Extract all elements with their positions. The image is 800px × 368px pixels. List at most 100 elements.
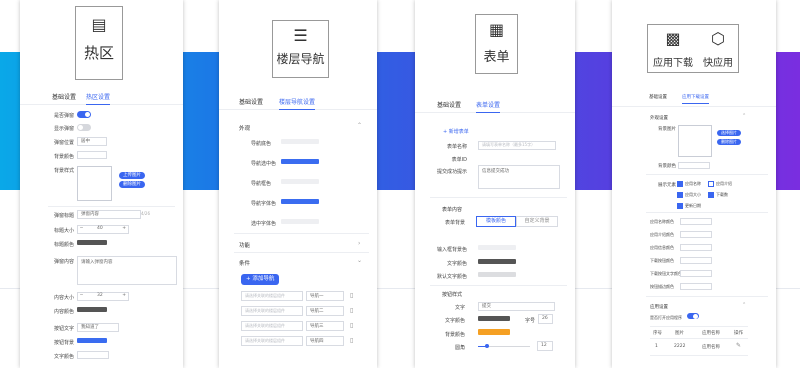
floor-nav-component-card[interactable]: ☰ 楼层导航 — [272, 20, 329, 78]
bg-color-picker[interactable] — [77, 151, 107, 159]
button-bg-swatch[interactable] — [77, 338, 107, 343]
chevron-down-icon[interactable]: ⌄ — [357, 257, 362, 264]
color-swatch[interactable] — [680, 257, 712, 264]
edit-icon[interactable]: ✎ — [736, 342, 741, 349]
nav-bg-swatch[interactable] — [281, 139, 319, 144]
nav-name-input[interactable]: 导航四 — [306, 336, 344, 346]
checkbox-app-name[interactable]: 应用名称 — [677, 181, 701, 187]
popup-toggle[interactable] — [77, 111, 91, 118]
field-label: 导航底色 — [251, 141, 272, 147]
radius-input[interactable]: 12 — [537, 341, 553, 351]
chevron-up-icon[interactable]: ⌃ — [357, 122, 362, 129]
success-message-textarea[interactable]: 信息提交成功 — [478, 165, 560, 189]
content-color-swatch[interactable] — [77, 307, 107, 312]
delete-icon[interactable]: ▯ — [350, 292, 353, 299]
delete-icon[interactable]: ▯ — [350, 307, 353, 314]
color-swatch[interactable] — [680, 244, 712, 251]
tab-basic[interactable]: 基础设置 — [437, 100, 461, 109]
delete-icon[interactable]: ▯ — [350, 322, 353, 329]
bg-image-preview[interactable] — [77, 166, 112, 201]
field-label: 导航框色 — [251, 181, 272, 187]
floor-select[interactable]: 请选择关联的楼层组件 — [241, 291, 303, 301]
position-select[interactable]: 居中 — [77, 137, 107, 146]
button-text-input[interactable]: 提交 — [478, 302, 555, 311]
text-color-swatch[interactable] — [77, 351, 109, 359]
table-header-cell: 图片 — [675, 331, 684, 336]
button-bg-swatch[interactable] — [478, 329, 510, 335]
hotzone-panel: ▤ 热区 基础设置 热区设置 是否弹窗 显示弹窗 弹窗位置 居中 背景颜色 背景… — [20, 0, 183, 368]
template-color-option[interactable]: 模板颜色 — [476, 216, 516, 227]
show-popup-toggle[interactable] — [77, 124, 91, 131]
checkbox-update-date[interactable]: 更新日期 — [677, 203, 701, 209]
field-label: 圆角 — [454, 345, 465, 351]
hotzone-component-card[interactable]: ▤ 热区 — [75, 6, 123, 80]
tab-basic[interactable]: 基础设置 — [239, 97, 263, 106]
field-label: 下载按钮文字颜色 — [650, 271, 682, 276]
custom-bg-option[interactable]: 自定义背景 — [516, 216, 558, 227]
color-swatch[interactable] — [680, 231, 712, 238]
nav-name-input[interactable]: 导航一 — [306, 291, 344, 301]
input-bg-swatch[interactable] — [478, 245, 516, 250]
form-component-card[interactable]: ▦ 表单 — [475, 14, 518, 74]
title-size-stepper[interactable]: − 40 + — [77, 225, 129, 234]
chevron-up-icon[interactable]: ⌃ — [742, 113, 746, 119]
delete-icon[interactable]: ▯ — [350, 337, 353, 344]
form-name-input[interactable]: 请填写表单名称（最多15字） — [478, 141, 556, 150]
tab-app-download[interactable]: 应用下载设置 — [682, 94, 709, 104]
tab-basic[interactable]: 基础设置 — [52, 92, 76, 101]
font-size-input[interactable]: 26 — [538, 314, 553, 324]
tab-floor-nav[interactable]: 楼层导航设置 — [279, 97, 316, 110]
color-swatch[interactable] — [680, 283, 712, 290]
field-label: 弹窗位置 — [54, 140, 75, 146]
select-image-button[interactable]: 选择图片 — [717, 130, 741, 136]
tab-basic[interactable]: 基础设置 — [649, 94, 667, 100]
text-color-swatch[interactable] — [478, 259, 516, 264]
checkbox-app-size[interactable]: 应用大小 — [677, 192, 701, 198]
floor-select[interactable]: 请选择关联的楼层组件 — [241, 306, 303, 316]
floor-select[interactable]: 请选择关联的楼层组件 — [241, 336, 303, 346]
nav-border-swatch[interactable] — [281, 179, 319, 184]
app-component-card[interactable]: ▩ 应用下载 ⬡ 快应用 — [647, 24, 739, 73]
checkbox-downloads[interactable]: 下载数 — [708, 192, 728, 198]
add-nav-button[interactable]: + 添加导航 — [241, 274, 280, 285]
color-swatch[interactable] — [680, 270, 712, 277]
delete-image-button[interactable]: 删除图片 — [119, 181, 145, 188]
quick-app-item[interactable]: ⬡ 快应用 — [703, 25, 733, 70]
delete-image-button[interactable]: 删除图片 — [717, 139, 741, 145]
popup-title-input[interactable]: 弹窗内容 — [77, 210, 141, 219]
field-label: 字号 — [525, 318, 536, 324]
form-panel: ▦ 表单 基础设置 表单设置 + 新增表单 表单名称 请填写表单名称（最多15字… — [415, 0, 575, 368]
chevron-up-icon[interactable]: ⌃ — [742, 302, 746, 308]
field-label: 背景图片 — [658, 127, 676, 132]
divider — [234, 252, 369, 253]
tab-form[interactable]: 表单设置 — [476, 100, 501, 113]
section-form-content: 表单内容 — [442, 207, 463, 213]
content-size-stepper[interactable]: − 32 + — [77, 292, 129, 301]
color-swatch[interactable] — [680, 218, 712, 225]
bg-image-preview[interactable] — [678, 125, 712, 157]
add-form-link[interactable]: + 新增表单 — [443, 128, 469, 135]
nav-selected-swatch[interactable] — [281, 159, 319, 164]
nav-name-input[interactable]: 导航二 — [306, 306, 344, 316]
selected-font-swatch[interactable] — [281, 219, 319, 224]
app-download-item[interactable]: ▩ 应用下载 — [653, 25, 693, 70]
nav-font-swatch[interactable] — [281, 199, 319, 204]
button-text-input[interactable]: 我知道了 — [77, 323, 119, 332]
nav-name-input[interactable]: 导航三 — [306, 321, 344, 331]
field-label: 背景颜色 — [444, 332, 465, 338]
title-color-swatch[interactable] — [77, 240, 107, 245]
checkbox-app-intro[interactable]: 应用介绍 — [708, 181, 732, 187]
field-label: 弹窗内容 — [54, 259, 75, 265]
upload-image-button[interactable]: 上传图片 — [119, 172, 145, 179]
chevron-right-icon[interactable]: › — [358, 240, 360, 247]
bg-color-swatch[interactable] — [678, 162, 710, 169]
table-cell: 应用名称 — [702, 345, 720, 350]
popup-content-textarea[interactable]: 请输入弹窗内容 — [77, 256, 177, 285]
radius-slider-handle[interactable] — [485, 344, 489, 348]
floor-select[interactable]: 请选择关联的楼层组件 — [241, 321, 303, 331]
open-app-toggle[interactable] — [687, 313, 699, 319]
field-label: 背景样式 — [54, 168, 75, 174]
tab-hotzone[interactable]: 热区设置 — [86, 92, 111, 105]
default-text-color-swatch[interactable] — [478, 272, 516, 277]
button-text-color-swatch[interactable] — [478, 316, 510, 321]
